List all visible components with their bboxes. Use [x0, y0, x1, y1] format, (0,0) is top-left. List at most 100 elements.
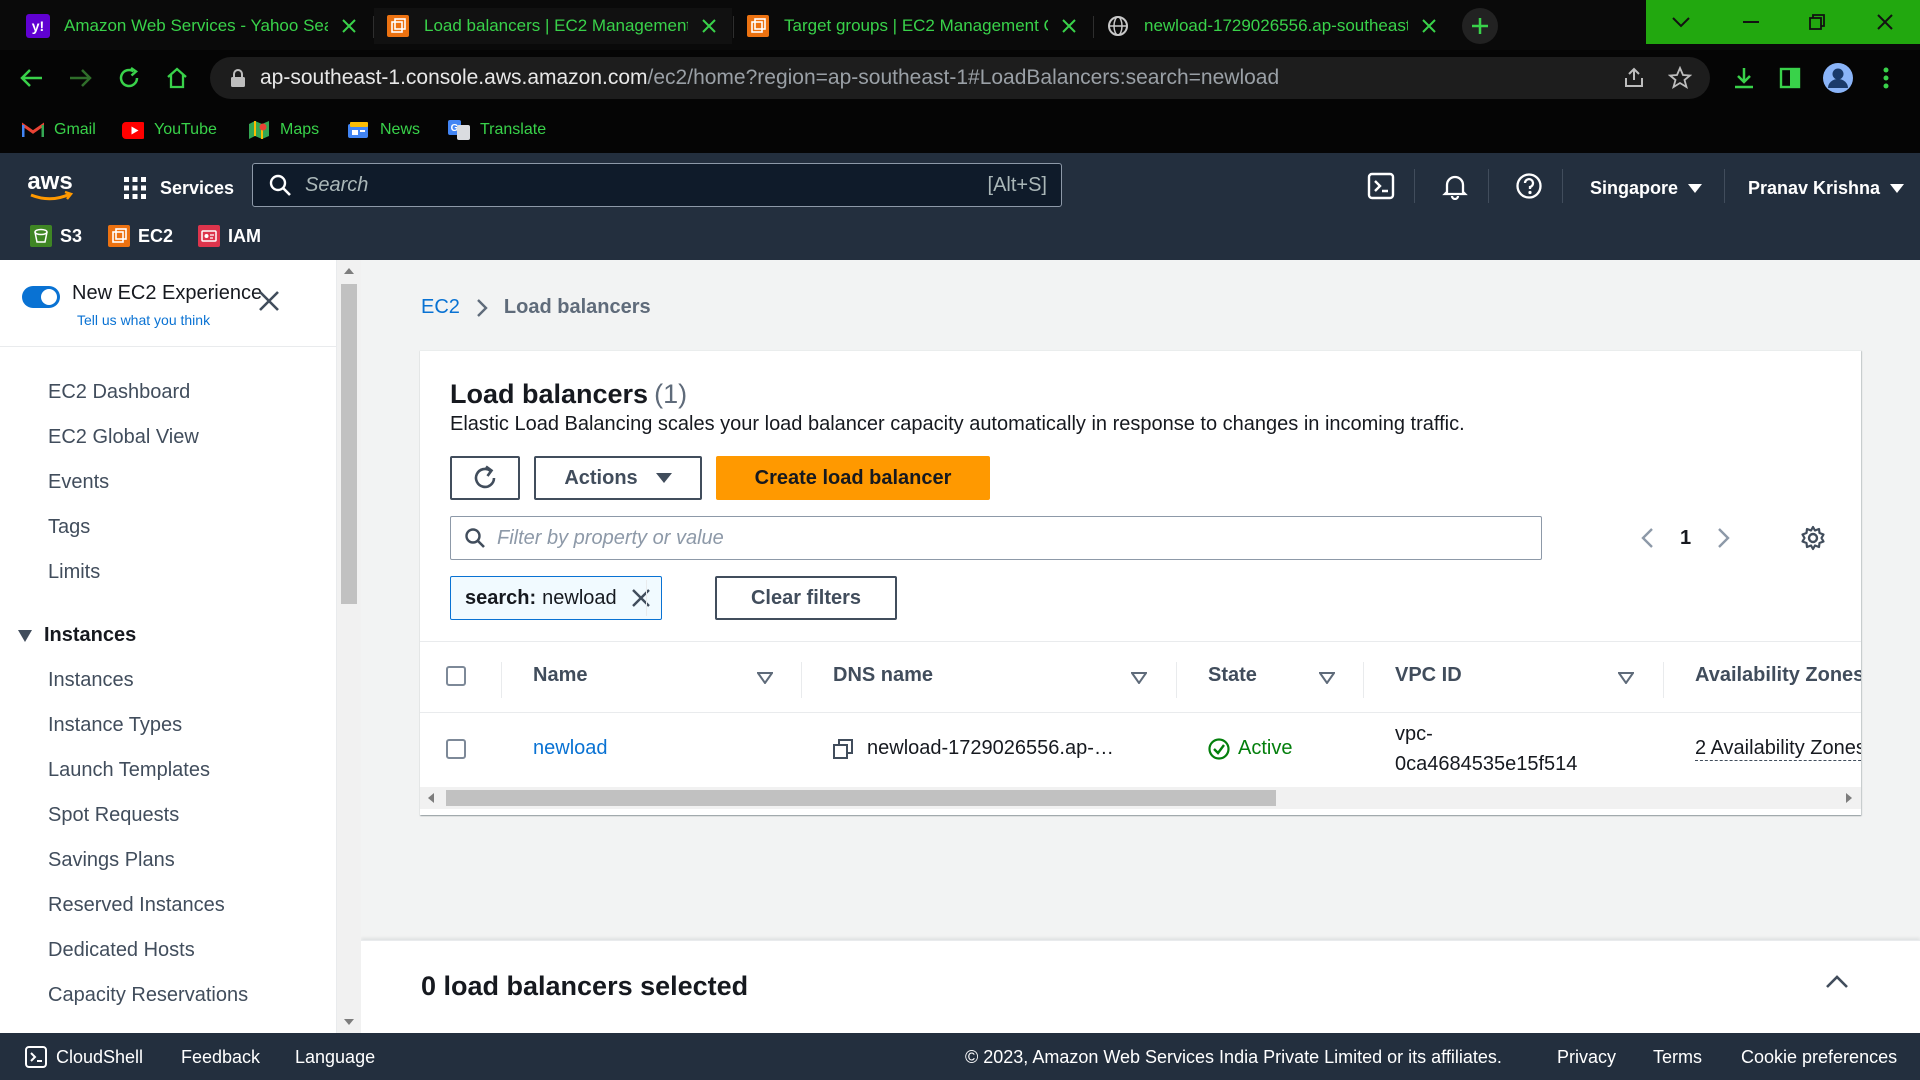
services-menu-button[interactable]: Services [124, 173, 234, 203]
close-tab-icon[interactable] [698, 15, 720, 37]
sidebar-scrollbar[interactable] [337, 260, 361, 1033]
sort-icon[interactable] [1131, 672, 1147, 684]
feedback-link[interactable]: Tell us what you think [77, 312, 210, 328]
browser-tab-load-balancers[interactable]: Load balancers | EC2 Management Console [374, 8, 732, 44]
actions-dropdown-button[interactable]: Actions [534, 456, 702, 500]
table-row[interactable]: newload newload-1729026556.ap-… Active v… [420, 713, 1861, 785]
sidebar-item-ec2-global-view[interactable]: EC2 Global View [48, 426, 199, 449]
sort-icon[interactable] [1618, 672, 1634, 684]
plus-icon [1472, 18, 1488, 34]
sidebar-item-launch-templates[interactable]: Launch Templates [48, 759, 210, 782]
close-window-button[interactable] [1850, 0, 1920, 44]
url-text: ap-southeast-1.console.aws.amazon.com/ec… [260, 66, 1279, 90]
sidebar-item-tags[interactable]: Tags [48, 516, 90, 539]
close-tab-icon[interactable] [338, 15, 360, 37]
sidebar-item-limits[interactable]: Limits [48, 561, 100, 584]
sidebar-item-events[interactable]: Events [48, 471, 109, 494]
profile-button[interactable] [1822, 62, 1854, 94]
cloudshell-button[interactable] [1366, 171, 1396, 201]
notifications-button[interactable] [1440, 171, 1470, 201]
column-header-availability-zones[interactable]: Availability Zones [1695, 664, 1861, 687]
sidebar-section-instances[interactable]: Instances [18, 624, 136, 647]
column-header-name[interactable]: Name [533, 664, 587, 687]
row-checkbox[interactable] [446, 739, 466, 759]
browser-tab-yahoo[interactable]: y! Amazon Web Services - Yahoo Search [14, 8, 372, 44]
tab-search-button[interactable] [1646, 0, 1716, 44]
create-load-balancer-button[interactable]: Create load balancer [716, 456, 990, 500]
sidebar-item-instance-types[interactable]: Instance Types [48, 714, 182, 737]
terms-link[interactable]: Terms [1653, 1045, 1702, 1069]
favorite-iam[interactable]: IAM [198, 223, 261, 249]
table-horizontal-scrollbar[interactable] [420, 787, 1861, 809]
bookmark-news[interactable]: News [348, 117, 420, 143]
bookmark-maps[interactable]: Maps [248, 117, 319, 143]
sort-icon[interactable] [757, 672, 773, 684]
chevron-right-icon[interactable] [1717, 527, 1731, 549]
new-experience-toggle[interactable] [22, 286, 60, 308]
language-link[interactable]: Language [295, 1045, 375, 1069]
aws-logo[interactable]: aws [26, 169, 76, 205]
column-header-vpc-id[interactable]: VPC ID [1395, 664, 1462, 687]
load-balancers-table: Name DNS name State VPC ID Availability … [420, 641, 1861, 816]
sidebar-item-capacity-reservations[interactable]: Capacity Reservations [48, 984, 248, 1007]
current-page[interactable]: 1 [1680, 527, 1691, 550]
cookie-preferences-link[interactable]: Cookie preferences [1741, 1045, 1897, 1069]
sidebar-item-instances[interactable]: Instances [48, 669, 134, 692]
share-icon[interactable] [1622, 66, 1646, 90]
new-tab-button[interactable] [1462, 8, 1498, 44]
sidebar-item-ec2-dashboard[interactable]: EC2 Dashboard [48, 381, 190, 404]
sidebar-item-savings-plans[interactable]: Savings Plans [48, 849, 175, 872]
selection-summary: 0 load balancers selected [421, 971, 749, 1001]
bookmark-gmail[interactable]: Gmail [22, 117, 96, 143]
side-panel-button[interactable] [1774, 62, 1806, 94]
close-sidebar-button[interactable] [258, 290, 288, 320]
browser-tab-newload[interactable]: newload-1729026556.ap-southeast-1.elb.am… [1094, 8, 1452, 44]
breadcrumb-ec2[interactable]: EC2 [421, 296, 460, 319]
favorite-s3[interactable]: S3 [30, 223, 82, 249]
clear-filters-button[interactable]: Clear filters [715, 576, 897, 620]
sort-icon[interactable] [1319, 672, 1335, 684]
back-button[interactable] [16, 62, 48, 94]
url-bar[interactable]: ap-southeast-1.console.aws.amazon.com/ec… [210, 57, 1710, 99]
column-header-state[interactable]: State [1208, 664, 1257, 687]
forward-button[interactable] [64, 62, 96, 94]
split-panel-toggle[interactable] [1825, 975, 1849, 989]
filter-input[interactable]: Filter by property or value [450, 516, 1542, 560]
main-content: EC2 Load balancers Load balancers (1) Ela… [361, 260, 1920, 1033]
close-tab-icon[interactable] [1058, 15, 1080, 37]
scrollbar-thumb[interactable] [341, 284, 357, 604]
aws-search-input[interactable]: Search [Alt+S] [252, 163, 1062, 207]
account-menu[interactable]: Pranav Krishna [1748, 173, 1905, 203]
refresh-button[interactable] [450, 456, 520, 500]
copy-icon[interactable] [833, 738, 853, 759]
bookmark-translate[interactable]: G Translate [448, 117, 546, 143]
sidebar-item-spot-requests[interactable]: Spot Requests [48, 804, 179, 827]
help-button[interactable] [1514, 171, 1544, 201]
scrollbar-thumb[interactable] [446, 790, 1276, 806]
region-selector[interactable]: Singapore [1590, 173, 1703, 203]
browser-tab-target-groups[interactable]: Target groups | EC2 Management Console [734, 8, 1092, 44]
cloudshell-footer-button[interactable]: CloudShell [24, 1045, 143, 1069]
sidebar-item-reserved-instances[interactable]: Reserved Instances [48, 894, 225, 917]
home-button[interactable] [161, 62, 193, 94]
privacy-link[interactable]: Privacy [1557, 1045, 1616, 1069]
select-all-checkbox[interactable] [446, 666, 466, 686]
minimize-button[interactable] [1716, 0, 1786, 44]
bookmark-youtube[interactable]: YouTube [122, 117, 217, 143]
downloads-button[interactable] [1728, 62, 1760, 94]
favorite-ec2[interactable]: EC2 [108, 223, 173, 249]
column-header-dns-name[interactable]: DNS name [833, 664, 933, 687]
table-preferences-button[interactable] [1800, 525, 1826, 551]
restore-button[interactable] [1782, 0, 1852, 44]
feedback-link[interactable]: Feedback [181, 1045, 260, 1069]
aws-ec2-icon [386, 14, 410, 38]
reload-button[interactable] [113, 62, 145, 94]
close-tab-icon[interactable] [1418, 15, 1440, 37]
sidebar-item-dedicated-hosts[interactable]: Dedicated Hosts [48, 939, 195, 962]
load-balancer-name-link[interactable]: newload [533, 737, 608, 760]
remove-token-icon[interactable] [631, 588, 651, 608]
browser-menu-button[interactable] [1870, 62, 1902, 94]
availability-zones-popover[interactable]: 2 Availability Zones [1695, 737, 1861, 761]
chevron-left-icon[interactable] [1640, 527, 1654, 549]
star-icon[interactable] [1668, 66, 1692, 90]
